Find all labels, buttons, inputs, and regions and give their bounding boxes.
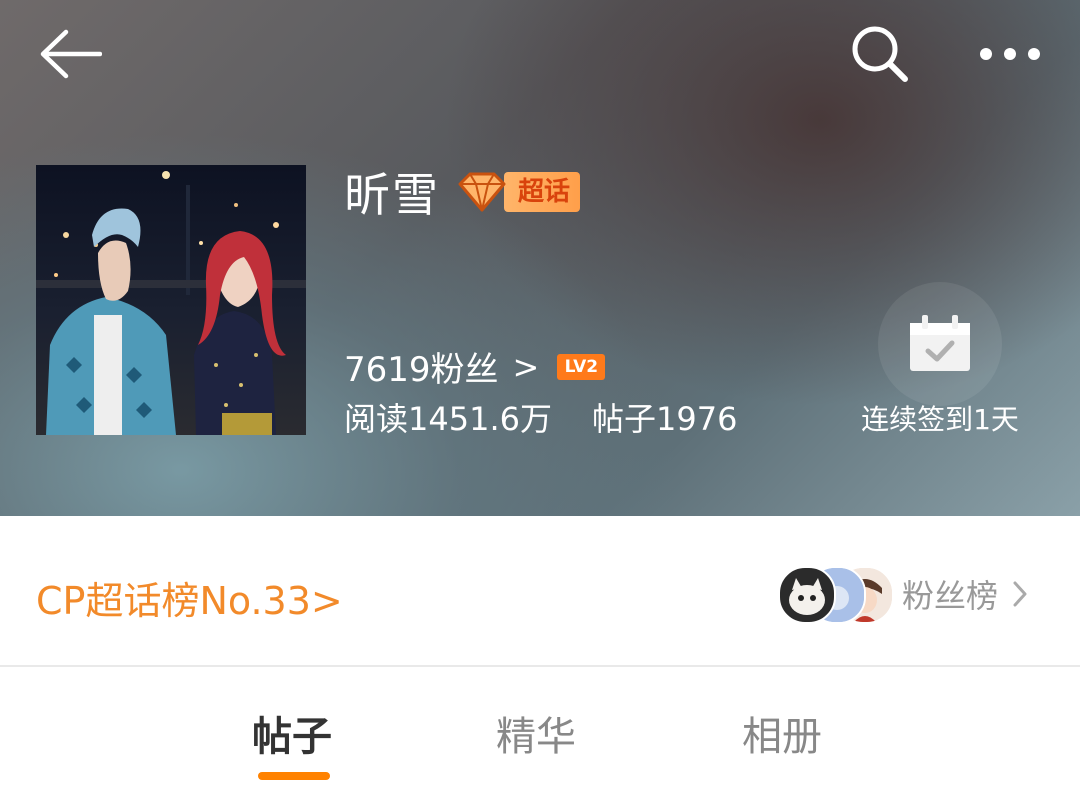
checkin-button[interactable]: [878, 282, 1002, 406]
active-tab-indicator: [258, 772, 330, 780]
tab-essence[interactable]: 精华: [496, 704, 576, 762]
fans-arrow[interactable]: >: [513, 348, 540, 386]
search-button[interactable]: [840, 18, 920, 90]
cover-photo: [36, 165, 306, 435]
topic-title-row: 昕雪 超话: [344, 160, 581, 224]
fans-rank-label[interactable]: 粉丝榜: [902, 571, 998, 617]
fans-count[interactable]: 7619粉丝: [344, 342, 499, 391]
more-dots-icon: [980, 48, 1040, 60]
avatar: [778, 566, 836, 624]
topic-cover-image[interactable]: [36, 165, 306, 435]
back-button[interactable]: [30, 22, 110, 86]
read-count: 阅读1451.6万: [344, 400, 552, 438]
super-topic-badge: 超话: [454, 170, 581, 214]
search-icon: [852, 26, 908, 82]
fans-row[interactable]: 7619粉丝 > LV2: [344, 342, 606, 391]
fans-avatars: [778, 566, 894, 624]
post-count: 帖子1976: [591, 400, 738, 438]
fans-rank-link[interactable]: 粉丝榜: [778, 566, 1028, 624]
diamond-icon: [458, 172, 506, 212]
checkin-label: 连续签到1天: [861, 403, 1019, 436]
topic-title: 昕雪: [344, 168, 440, 222]
tab-album[interactable]: 相册: [742, 704, 822, 762]
more-button[interactable]: [968, 26, 1052, 82]
super-topic-label: 超话: [504, 172, 581, 212]
calendar-check-icon: [910, 315, 970, 371]
level-badge: LV2: [557, 353, 606, 380]
stats-row: 阅读1451.6万 帖子1976: [344, 394, 737, 440]
tab-posts[interactable]: 帖子: [252, 704, 332, 762]
cp-rank-link[interactable]: CP超话榜No.33>: [36, 570, 343, 625]
back-arrow-icon: [40, 29, 102, 79]
chevron-right-icon: [1013, 581, 1027, 607]
